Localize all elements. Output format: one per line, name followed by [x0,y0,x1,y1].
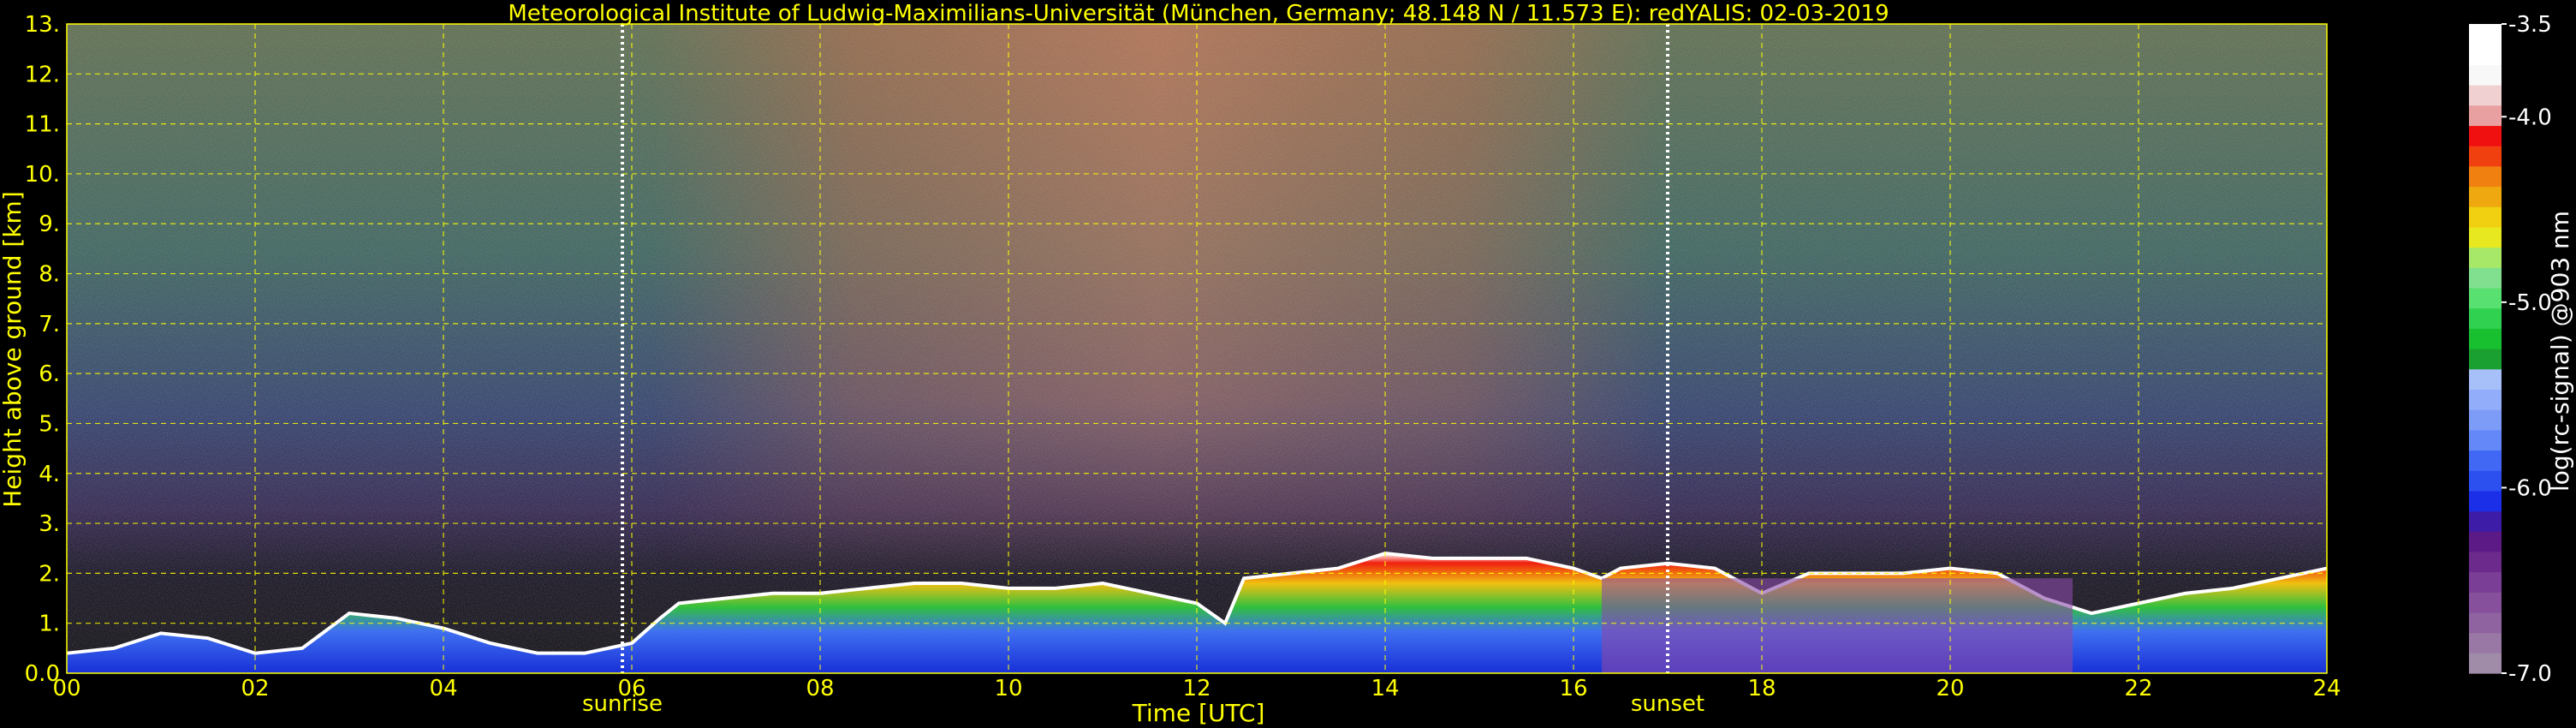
y-tick-label: 6. [39,361,60,387]
colorbar-segment [2469,186,2502,207]
colorbar-segment [2469,450,2502,471]
colorbar-segment [2469,287,2502,309]
colorbar-segment [2469,653,2502,674]
colorbar-segment [2469,165,2502,188]
colorbar-segment [2469,24,2502,45]
y-tick-label: 1. [39,612,60,637]
colorbar-segment [2469,206,2502,228]
colorbar-segment [2469,267,2502,289]
y-tick-label: 5. [39,411,60,437]
x-axis-label: Time [UTC] [1132,699,1265,727]
y-tick-label: 3. [39,511,60,537]
y-tick-label: 2. [39,561,60,587]
x-tick-label: 22 [2124,676,2152,701]
colorbar-segment [2469,429,2502,451]
x-tick-label: 02 [241,676,269,701]
x-tick-label: 24 [2312,676,2341,701]
colorbar-segment [2469,328,2502,349]
colorbar-segment [2469,349,2502,370]
colorbar-segment [2469,44,2502,65]
colorbar-tick-label: -3.5 [2508,12,2552,38]
colorbar-segment [2469,612,2502,634]
colorbar-segment [2469,307,2502,329]
colorbar-segment [2469,531,2502,552]
x-tick-label: 20 [1936,676,1964,701]
colorbar-segment [2469,389,2502,410]
colorbar-segment [2469,247,2502,268]
y-tick-label: 7. [39,312,60,337]
colorbar-segment [2469,592,2502,613]
annotation-label: sunset [1631,691,1704,717]
annotation-label: sunrise [582,691,663,717]
colorbar-segment [2469,368,2502,390]
colorbar-label: log(rc-signal) @903 nm [2546,211,2574,492]
colorbar-segment [2469,551,2502,573]
colorbar-tick-label: -4.0 [2508,104,2552,130]
colorbar-segment [2469,85,2502,106]
colorbar-segment [2469,226,2502,248]
colorbar-segment [2469,571,2502,593]
y-tick-label: 4. [39,462,60,487]
colorbar-segment [2469,632,2502,653]
x-tick-label: 14 [1371,676,1399,701]
x-tick-label: 18 [1747,676,1776,701]
y-axis-label: Height above ground [km] [0,191,27,508]
colorbar-segment [2469,409,2502,431]
x-tick-label: 16 [1559,676,1587,701]
colorbar-segment [2469,125,2502,146]
colorbar-tick-labels: -3.5-4.0-5.0-6.0-7.0 [2502,12,2552,687]
colorbar-segment [2469,470,2502,492]
colorbar-segment [2469,146,2502,167]
colorbar-segment [2469,64,2502,86]
y-tick-labels: 0.0 1. 2. 3. 4. 5. 6. 7. 8. 9. 10. 11. 12. 13. [25,12,60,687]
y-tick-label: 10. [25,162,60,188]
x-tick-labels: 00 02 04 06 08 10 12 14 16 18 20 22 24 [52,676,2341,701]
x-tick-label: 12 [1182,676,1211,701]
y-tick-label: 11. [25,112,60,138]
x-tick-label: 10 [994,676,1022,701]
y-tick-label: 12. [25,62,60,87]
lidar-figure: 00 02 04 06 08 10 12 14 16 18 20 22 24 0.01.2.3.4.5.… [0,1,2574,727]
x-tick-label: 08 [806,676,834,701]
y-tick-label: 13. [25,12,60,38]
colorbar [2469,24,2502,674]
x-tick-label: 04 [429,676,457,701]
colorbar-segment [2469,104,2502,127]
y-tick-label: 0.0 [25,661,60,687]
night-aerosol-layer [1602,578,2073,673]
colorbar-tick-label: -7.0 [2508,661,2552,687]
y-tick-label: 9. [39,212,60,237]
colorbar-segment [2469,490,2502,512]
y-tick-label: 8. [39,262,60,288]
chart-title: Meteorological Institute of Ludwig-Maxim… [508,1,1889,27]
colorbar-segment [2469,510,2502,532]
